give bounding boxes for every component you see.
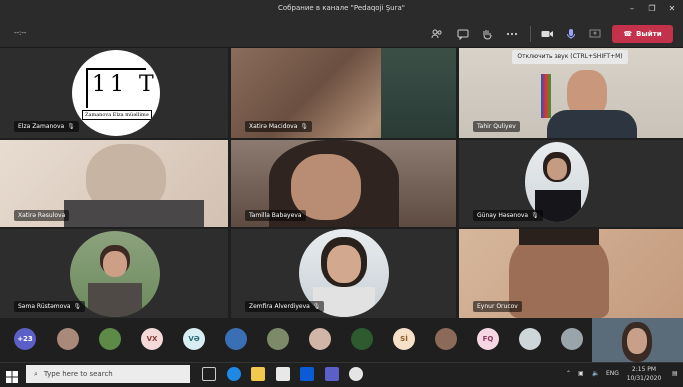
video-tile[interactable]: Səma Rüstəmova 🎙 <box>0 229 228 318</box>
windows-start-icon[interactable] <box>6 368 18 383</box>
participant-name-tag: Xatirə Rəsulova <box>14 210 70 221</box>
maximize-button[interactable]: ❐ <box>644 2 660 16</box>
participant-avatar[interactable] <box>225 328 247 350</box>
mute-tooltip: Отключить звук (CTRL+SHIFT+M) <box>512 50 628 64</box>
hair <box>519 229 599 245</box>
self-view-video[interactable] <box>592 318 683 362</box>
participant-initials[interactable]: VX <box>141 328 163 350</box>
mic-off-icon: 🎙 <box>67 123 75 130</box>
headscarf <box>381 48 456 138</box>
participant-name-tag: Xatirə Macidova 🎙 <box>245 121 313 132</box>
teams-icon[interactable] <box>325 367 339 381</box>
title-bar: Собрание в канале "Pedaqoji Şura" – ❐ ✕ <box>0 0 683 20</box>
participant-avatar[interactable] <box>351 328 373 350</box>
task-view-icon[interactable] <box>202 367 216 381</box>
notifications-icon[interactable]: ▤ <box>672 370 678 377</box>
meeting-timer: --:-- <box>14 29 27 37</box>
participant-avatar[interactable] <box>519 328 541 350</box>
taskbar-clock[interactable]: 2:15 PM 10/31/2020 <box>622 365 666 383</box>
video-tile[interactable]: Xatirə Rəsulova <box>0 140 228 227</box>
microphone-icon[interactable] <box>564 27 578 41</box>
participants-icon[interactable] <box>430 27 444 41</box>
share-screen-icon[interactable] <box>588 27 602 41</box>
raise-hand-icon[interactable] <box>480 27 494 41</box>
video-tile[interactable]: Günay Həsənova 🎙 <box>459 140 683 227</box>
participant-name-tag: Zemfira Alverdiyeva 🎙 <box>245 301 325 312</box>
participant-name-tag: Günay Həsənova 🎙 <box>473 210 543 221</box>
leave-label: Выйти <box>636 30 662 38</box>
edge-browser-icon[interactable] <box>227 367 241 381</box>
minimize-button[interactable]: – <box>624 2 640 16</box>
logo-caption: Zamanova Elza müəllimə <box>82 110 152 120</box>
paint-icon[interactable] <box>349 367 363 381</box>
mic-off-icon: 🎙 <box>531 212 539 219</box>
participant-logo: 11 T Zamanova Elza müəllimə <box>72 50 160 136</box>
participant-initials[interactable]: Sİ <box>393 328 415 350</box>
clock-time: 2:15 PM <box>631 366 657 373</box>
search-placeholder: Type here to search <box>43 370 113 378</box>
windows-taskbar: ⌕ Type here to search ⌃ ▣ 🔈 ENG 2:15 PM … <box>0 362 683 384</box>
logo-text: 11 T <box>92 72 158 97</box>
participant-avatar[interactable] <box>309 328 331 350</box>
mic-off-icon: 🎙 <box>73 303 82 310</box>
clothing <box>64 200 204 227</box>
participants-strip: +23 VX VƏ Sİ FQ <box>0 318 683 362</box>
participant-name-tag: Elza Zamanova 🎙 <box>14 121 79 132</box>
leave-button[interactable]: ☎ Выйти <box>612 25 673 43</box>
suit <box>547 110 637 138</box>
participant-avatar[interactable] <box>267 328 289 350</box>
video-tile[interactable]: Xatirə Macidova 🎙 <box>231 48 456 138</box>
mail-icon[interactable] <box>300 367 314 381</box>
participant-avatar[interactable] <box>99 328 121 350</box>
participant-name-tag: Tamilla Babayeva <box>245 210 306 221</box>
participant-avatar[interactable] <box>435 328 457 350</box>
video-tile[interactable]: Eynur Orucov <box>459 229 683 318</box>
video-tile[interactable]: 11 T Zamanova Elza müəllimə Elza Zamanov… <box>0 48 228 138</box>
camera-icon[interactable] <box>540 27 554 41</box>
video-tile[interactable]: Tamilla Babayeva <box>231 140 456 227</box>
clock-date: 10/31/2020 <box>626 375 662 382</box>
video-tile[interactable]: Zemfira Alverdiyeva 🎙 <box>231 229 456 318</box>
participant-name-tag: Səma Rüstəmova 🎙 <box>14 301 86 312</box>
close-window-button[interactable]: ✕ <box>664 2 680 16</box>
file-explorer-icon[interactable] <box>251 367 265 381</box>
network-icon[interactable]: ▣ <box>578 370 584 377</box>
tray-expand-icon[interactable]: ⌃ <box>566 370 571 377</box>
participant-name-tag: Tahir Quliyev <box>473 121 520 132</box>
toolbar-divider <box>530 26 531 42</box>
taskbar-search[interactable]: ⌕ Type here to search <box>26 365 190 383</box>
volume-icon[interactable]: 🔈 <box>592 370 599 377</box>
keyboard-language[interactable]: ENG <box>606 370 619 377</box>
participant-avatar[interactable] <box>561 328 583 350</box>
participant-name-tag: Eynur Orucov <box>473 301 522 312</box>
more-options-icon[interactable] <box>505 27 519 41</box>
phone-hangup-icon: ☎ <box>623 30 633 38</box>
participant-initials[interactable]: FQ <box>477 328 499 350</box>
video-grid: 11 T Zamanova Elza müəllimə Elza Zamanov… <box>0 48 683 318</box>
search-icon: ⌕ <box>34 369 38 378</box>
meeting-toolbar: --:-- ☎ Выйти <box>0 20 683 48</box>
flag <box>541 74 551 118</box>
participant-avatar[interactable] <box>57 328 79 350</box>
participant-initials[interactable]: VƏ <box>183 328 205 350</box>
more-participants-button[interactable]: +23 <box>14 328 36 350</box>
mic-off-icon: 🎙 <box>312 303 321 310</box>
store-icon[interactable] <box>276 367 290 381</box>
chat-icon[interactable] <box>456 27 470 41</box>
mic-off-icon: 🎙 <box>300 123 309 130</box>
window-title: Собрание в канале "Pedaqoji Şura" <box>278 4 405 12</box>
